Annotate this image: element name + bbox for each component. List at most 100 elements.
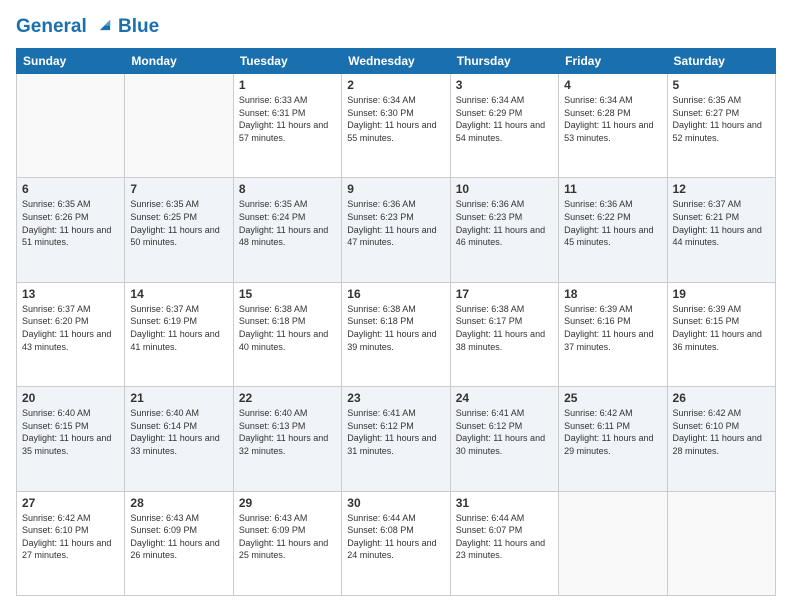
calendar-week-4: 20 Sunrise: 6:40 AM Sunset: 6:15 PM Dayli… bbox=[17, 387, 776, 491]
calendar-cell: 23Sunrise: 6:41 AM Sunset: 6:12 PM Dayli… bbox=[342, 387, 450, 491]
day-info: Sunrise: 6:39 AM Sunset: 6:16 PM Dayligh… bbox=[564, 303, 661, 353]
day-info: Sunrise: 6:42 AM Sunset: 6:10 PM Dayligh… bbox=[673, 407, 770, 457]
calendar-cell: 10 Sunrise: 6:36 AM Sunset: 6:23 PM Dayli… bbox=[450, 178, 558, 282]
calendar-cell: 26 Sunrise: 6:42 AM Sunset: 6:10 PM Dayli… bbox=[667, 387, 775, 491]
calendar-cell: 8 Sunrise: 6:35 AM Sunset: 6:24 PM Daylig… bbox=[233, 178, 341, 282]
day-number: 1 bbox=[239, 78, 336, 92]
calendar-cell: 14Sunrise: 6:37 AM Sunset: 6:19 PM Dayli… bbox=[125, 282, 233, 386]
calendar-cell: 6Sunrise: 6:35 AM Sunset: 6:26 PM Daylig… bbox=[17, 178, 125, 282]
day-info: Sunrise: 6:35 AM Sunset: 6:27 PM Dayligh… bbox=[673, 94, 770, 144]
calendar-cell bbox=[17, 74, 125, 178]
calendar-cell: 28 Sunrise: 6:43 AM Sunset: 6:09 PM Dayli… bbox=[125, 491, 233, 595]
day-number: 13 bbox=[22, 287, 119, 301]
day-info: Sunrise: 6:38 AM Sunset: 6:17 PM Dayligh… bbox=[456, 303, 553, 353]
day-number: 25 bbox=[564, 391, 661, 405]
day-number: 19 bbox=[673, 287, 770, 301]
day-number: 28 bbox=[130, 496, 227, 510]
day-info: Sunrise: 6:36 AM Sunset: 6:23 PM Dayligh… bbox=[456, 198, 553, 248]
day-number: 12 bbox=[673, 182, 770, 196]
header: General Blue bbox=[16, 16, 776, 38]
calendar-cell: 31 Sunrise: 6:44 AM Sunset: 6:07 PM Dayli… bbox=[450, 491, 558, 595]
day-info: Sunrise: 6:43 AM Sunset: 6:09 PM Dayligh… bbox=[130, 512, 227, 562]
weekday-header-row: SundayMondayTuesdayWednesdayThursdayFrid… bbox=[17, 49, 776, 74]
day-number: 16 bbox=[347, 287, 444, 301]
day-number: 10 bbox=[456, 182, 553, 196]
day-info: Sunrise: 6:36 AM Sunset: 6:22 PM Dayligh… bbox=[564, 198, 661, 248]
day-number: 31 bbox=[456, 496, 553, 510]
weekday-header-thursday: Thursday bbox=[450, 49, 558, 74]
weekday-header-saturday: Saturday bbox=[667, 49, 775, 74]
calendar-cell: 17 Sunrise: 6:38 AM Sunset: 6:17 PM Dayli… bbox=[450, 282, 558, 386]
weekday-header-friday: Friday bbox=[559, 49, 667, 74]
day-info: Sunrise: 6:35 AM Sunset: 6:25 PM Dayligh… bbox=[130, 198, 227, 248]
calendar-cell bbox=[125, 74, 233, 178]
day-info: Sunrise: 6:41 AM Sunset: 6:12 PM Dayligh… bbox=[456, 407, 553, 457]
day-number: 27 bbox=[22, 496, 119, 510]
calendar-cell: 24 Sunrise: 6:41 AM Sunset: 6:12 PM Dayli… bbox=[450, 387, 558, 491]
calendar-cell: 21 Sunrise: 6:40 AM Sunset: 6:14 PM Dayli… bbox=[125, 387, 233, 491]
calendar-week-1: 1Sunrise: 6:33 AM Sunset: 6:31 PM Daylig… bbox=[17, 74, 776, 178]
calendar-cell: 15 Sunrise: 6:38 AM Sunset: 6:18 PM Dayli… bbox=[233, 282, 341, 386]
day-number: 3 bbox=[456, 78, 553, 92]
calendar-cell: 4 Sunrise: 6:34 AM Sunset: 6:28 PM Daylig… bbox=[559, 74, 667, 178]
calendar-cell: 13 Sunrise: 6:37 AM Sunset: 6:20 PM Dayli… bbox=[17, 282, 125, 386]
calendar-week-3: 13 Sunrise: 6:37 AM Sunset: 6:20 PM Dayli… bbox=[17, 282, 776, 386]
day-number: 11 bbox=[564, 182, 661, 196]
day-number: 5 bbox=[673, 78, 770, 92]
day-number: 17 bbox=[456, 287, 553, 301]
day-number: 8 bbox=[239, 182, 336, 196]
day-info: Sunrise: 6:34 AM Sunset: 6:29 PM Dayligh… bbox=[456, 94, 553, 144]
day-number: 29 bbox=[239, 496, 336, 510]
day-info: Sunrise: 6:37 AM Sunset: 6:19 PM Dayligh… bbox=[130, 303, 227, 353]
calendar-cell: 27 Sunrise: 6:42 AM Sunset: 6:10 PM Dayli… bbox=[17, 491, 125, 595]
calendar-cell: 25 Sunrise: 6:42 AM Sunset: 6:11 PM Dayli… bbox=[559, 387, 667, 491]
calendar-cell: 20 Sunrise: 6:40 AM Sunset: 6:15 PM Dayli… bbox=[17, 387, 125, 491]
day-info: Sunrise: 6:35 AM Sunset: 6:24 PM Dayligh… bbox=[239, 198, 336, 248]
day-info: Sunrise: 6:40 AM Sunset: 6:14 PM Dayligh… bbox=[130, 407, 227, 457]
day-number: 20 bbox=[22, 391, 119, 405]
day-info: Sunrise: 6:42 AM Sunset: 6:11 PM Dayligh… bbox=[564, 407, 661, 457]
calendar-cell: 19 Sunrise: 6:39 AM Sunset: 6:15 PM Dayli… bbox=[667, 282, 775, 386]
day-number: 6 bbox=[22, 182, 119, 196]
day-info: Sunrise: 6:34 AM Sunset: 6:28 PM Dayligh… bbox=[564, 94, 661, 144]
day-info: Sunrise: 6:36 AM Sunset: 6:23 PM Dayligh… bbox=[347, 198, 444, 248]
calendar-cell: 22Sunrise: 6:40 AM Sunset: 6:13 PM Dayli… bbox=[233, 387, 341, 491]
day-info: Sunrise: 6:40 AM Sunset: 6:15 PM Dayligh… bbox=[22, 407, 119, 457]
calendar-cell: 12 Sunrise: 6:37 AM Sunset: 6:21 PM Dayli… bbox=[667, 178, 775, 282]
day-number: 24 bbox=[456, 391, 553, 405]
day-info: Sunrise: 6:37 AM Sunset: 6:21 PM Dayligh… bbox=[673, 198, 770, 248]
day-number: 21 bbox=[130, 391, 227, 405]
calendar-cell: 9 Sunrise: 6:36 AM Sunset: 6:23 PM Daylig… bbox=[342, 178, 450, 282]
weekday-header-sunday: Sunday bbox=[17, 49, 125, 74]
day-info: Sunrise: 6:38 AM Sunset: 6:18 PM Dayligh… bbox=[239, 303, 336, 353]
day-info: Sunrise: 6:37 AM Sunset: 6:20 PM Dayligh… bbox=[22, 303, 119, 353]
day-info: Sunrise: 6:44 AM Sunset: 6:07 PM Dayligh… bbox=[456, 512, 553, 562]
calendar-cell: 29 Sunrise: 6:43 AM Sunset: 6:09 PM Dayli… bbox=[233, 491, 341, 595]
weekday-header-monday: Monday bbox=[125, 49, 233, 74]
day-number: 15 bbox=[239, 287, 336, 301]
day-number: 9 bbox=[347, 182, 444, 196]
day-number: 26 bbox=[673, 391, 770, 405]
logo-general: General bbox=[16, 16, 87, 37]
day-info: Sunrise: 6:44 AM Sunset: 6:08 PM Dayligh… bbox=[347, 512, 444, 562]
day-number: 23 bbox=[347, 391, 444, 405]
day-info: Sunrise: 6:42 AM Sunset: 6:10 PM Dayligh… bbox=[22, 512, 119, 562]
page: General Blue SundayMondayTuesdayWednesda… bbox=[0, 0, 792, 612]
day-number: 22 bbox=[239, 391, 336, 405]
day-info: Sunrise: 6:39 AM Sunset: 6:15 PM Dayligh… bbox=[673, 303, 770, 353]
day-number: 2 bbox=[347, 78, 444, 92]
calendar-cell: 7 Sunrise: 6:35 AM Sunset: 6:25 PM Daylig… bbox=[125, 178, 233, 282]
day-number: 4 bbox=[564, 78, 661, 92]
day-number: 18 bbox=[564, 287, 661, 301]
calendar-week-2: 6Sunrise: 6:35 AM Sunset: 6:26 PM Daylig… bbox=[17, 178, 776, 282]
calendar-cell: 18 Sunrise: 6:39 AM Sunset: 6:16 PM Dayli… bbox=[559, 282, 667, 386]
day-number: 7 bbox=[130, 182, 227, 196]
logo: General Blue bbox=[16, 16, 159, 38]
calendar-cell: 30Sunrise: 6:44 AM Sunset: 6:08 PM Dayli… bbox=[342, 491, 450, 595]
day-info: Sunrise: 6:43 AM Sunset: 6:09 PM Dayligh… bbox=[239, 512, 336, 562]
calendar-cell: 3 Sunrise: 6:34 AM Sunset: 6:29 PM Daylig… bbox=[450, 74, 558, 178]
weekday-header-tuesday: Tuesday bbox=[233, 49, 341, 74]
day-info: Sunrise: 6:38 AM Sunset: 6:18 PM Dayligh… bbox=[347, 303, 444, 353]
calendar-table: SundayMondayTuesdayWednesdayThursdayFrid… bbox=[16, 48, 776, 596]
calendar-week-5: 27 Sunrise: 6:42 AM Sunset: 6:10 PM Dayli… bbox=[17, 491, 776, 595]
